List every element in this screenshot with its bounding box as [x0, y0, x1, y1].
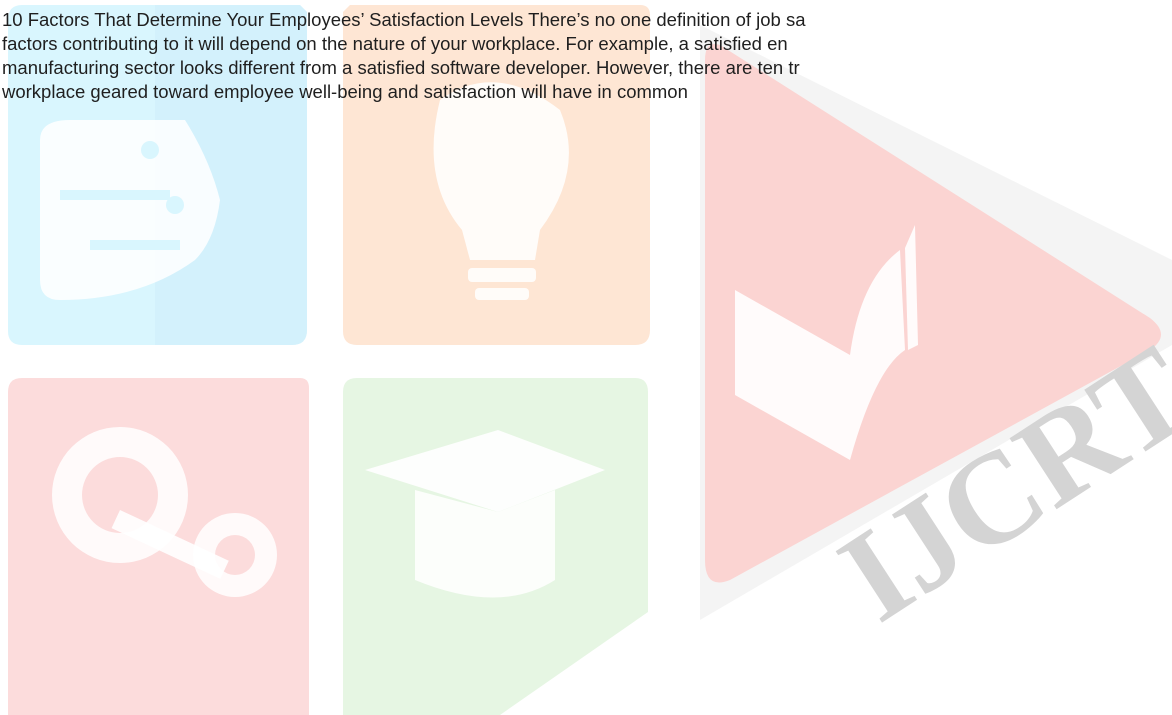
text-line: manufacturing sector looks different fro… — [2, 57, 800, 78]
text-line: workplace geared toward employee well-be… — [2, 81, 688, 102]
gear-tile — [8, 378, 309, 715]
graduation-cap-tile — [343, 378, 648, 715]
text-line: factors contributing to it will depend o… — [2, 33, 788, 54]
text-line: 10 Factors That Determine Your Employees… — [2, 9, 806, 30]
ijcrt-watermark-logo: IJCRT — [8, 5, 1172, 715]
document-body-text: 10 Factors That Determine Your Employees… — [2, 8, 1170, 104]
